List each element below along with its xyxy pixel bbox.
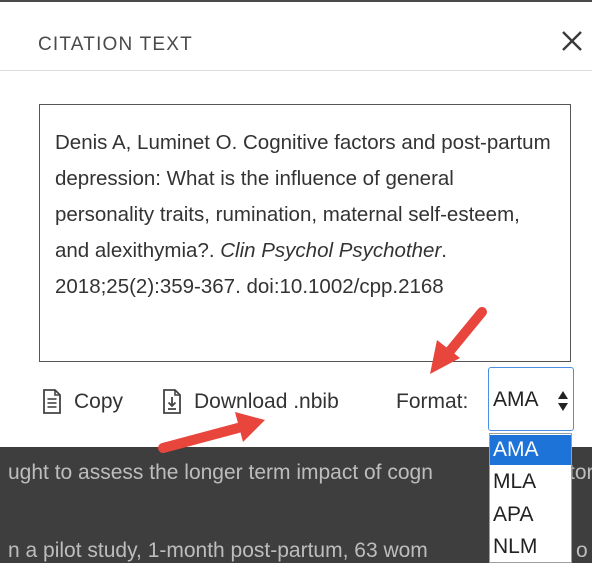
citation-dialog: CITATION TEXT Denis A, Luminet O. Cognit…: [0, 0, 592, 563]
download-file-icon: [163, 389, 181, 414]
format-selected-value: AMA: [493, 388, 539, 411]
format-option-mla[interactable]: MLA: [490, 467, 571, 497]
format-option-nlm[interactable]: NLM: [490, 532, 571, 562]
download-label: Download .nbib: [194, 390, 339, 413]
dialog-header: CITATION TEXT: [0, 2, 592, 71]
copy-label: Copy: [74, 390, 124, 413]
format-option-apa[interactable]: APA: [490, 500, 571, 530]
download-nbib-button[interactable]: Download .nbib: [160, 386, 339, 418]
format-option-ama[interactable]: AMA: [490, 435, 571, 465]
close-icon: [562, 31, 582, 51]
background-text-line: n a pilot study, 1-month post-partum, 63…: [8, 539, 588, 562]
close-button[interactable]: [556, 24, 588, 56]
document-copy-icon: [43, 389, 61, 414]
format-dropdown-list: AMA MLA APA NLM: [489, 433, 572, 563]
format-select[interactable]: AMA: [488, 367, 574, 431]
citation-text-box[interactable]: Denis A, Luminet O. Cognitive factors an…: [39, 104, 571, 362]
background-text-line: ught to assess the longer term impact of…: [8, 461, 592, 484]
copy-button[interactable]: Copy: [40, 386, 123, 418]
citation-journal: Clin Psychol Psychother: [220, 239, 442, 262]
format-label: Format:: [396, 390, 469, 413]
dialog-title: CITATION TEXT: [38, 34, 193, 55]
select-updown-icon: [558, 391, 568, 411]
